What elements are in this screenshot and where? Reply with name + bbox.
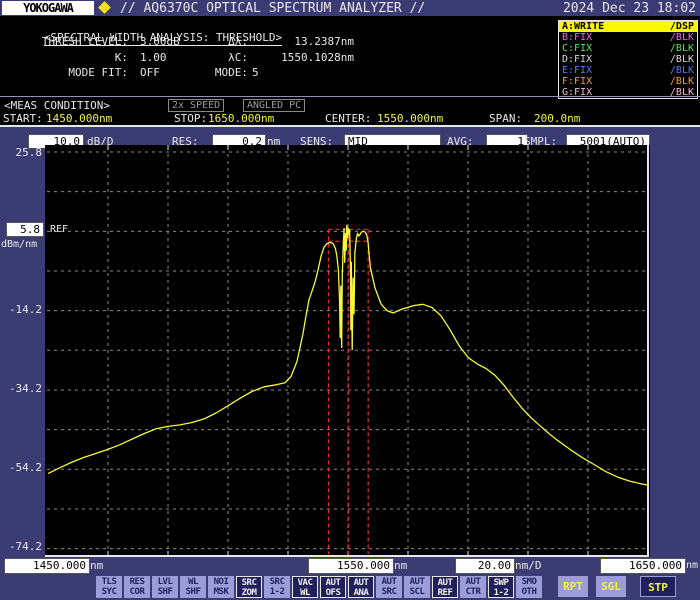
trace-row-e[interactable]: E:FIX/BLK	[559, 65, 697, 76]
k-value[interactable]: 1.00	[140, 51, 167, 64]
y-label-4: -54.2	[8, 461, 42, 474]
trace-d-name: D:FIX	[562, 54, 593, 65]
toolbar-button-aut-ofs[interactable]: AUT OFS	[320, 576, 346, 598]
trace-c-name: C:FIX	[562, 43, 593, 54]
x-stop-unit: nm	[686, 560, 699, 571]
ref-level-field[interactable]: 5.8	[6, 222, 44, 237]
y-label-2: -14.2	[8, 303, 42, 316]
connector-badge: ANGLED PC	[243, 99, 306, 112]
mode-fit-value[interactable]: OFF	[140, 66, 160, 79]
trace-f-mode: /BLK	[669, 76, 694, 87]
yokogawa-diamond-icon	[98, 1, 111, 14]
toolbar-button-src-zom[interactable]: SRC ZOM	[236, 576, 262, 598]
center-label: CENTER:	[325, 112, 372, 125]
lambda-c-value: 1550.1028nm	[281, 51, 354, 64]
stop-value[interactable]: 1650.000nm	[208, 112, 274, 125]
toolbar-button-aut-ref[interactable]: AUT REF	[432, 576, 458, 598]
trace-row-a[interactable]: A:WRITE/DSP	[559, 21, 697, 32]
toolbar-button-res-cor[interactable]: RES COR	[124, 576, 150, 598]
start-label: START:	[3, 112, 43, 125]
thresh-level-label: THRESH LEVEL:	[41, 35, 128, 48]
toolbar-button-vac-wl[interactable]: VAC WL	[292, 576, 318, 598]
trace-e-mode: /BLK	[669, 65, 694, 76]
start-value[interactable]: 1450.000nm	[46, 112, 112, 125]
y-label-3: -34.2	[8, 382, 42, 395]
toolbar-button-src-1-2[interactable]: SRC 1-2	[264, 576, 290, 598]
window-title: // AQ6370C OPTICAL SPECTRUM ANALYZER //	[120, 1, 426, 16]
y-axis-unit: dBm/nm	[1, 239, 38, 250]
mode-count-value: 5	[252, 66, 259, 79]
trace-f-name: F:FIX	[562, 76, 593, 87]
x-start-field[interactable]: 1450.000	[4, 558, 90, 574]
osa-screen: YOKOGAWA // AQ6370C OPTICAL SPECTRUM ANA…	[0, 0, 700, 600]
trace-table: A:WRITE/DSP B:FIX/BLK C:FIX/BLK D:FIX/BL…	[558, 20, 698, 99]
trace-a-name: A:WRITE	[562, 21, 605, 32]
toolbar-button-lvl-shf[interactable]: LVL SHF	[152, 576, 178, 598]
spectrum-plot: REF	[45, 145, 650, 557]
top-section: <SPECTRAL WIDTH ANALYSIS: THRESHOLD> THR…	[0, 16, 700, 127]
delta-lambda-value: 13.2387nm	[294, 35, 354, 48]
datetime: 2024 Dec 23 18:02	[562, 1, 696, 16]
x-center-field[interactable]: 1550.000	[308, 558, 394, 574]
ref-line-label: REF	[50, 224, 69, 235]
mode-count-label: MODE:	[214, 66, 248, 79]
x-perdiv-unit: nm/D	[515, 559, 542, 572]
toolbar-button-noi-msk[interactable]: NOI MSK	[208, 576, 234, 598]
single-sweep-button[interactable]: SGL	[596, 576, 626, 597]
trace-b-mode: /BLK	[669, 32, 694, 43]
toolbar-button-aut-scl[interactable]: AUT SCL	[404, 576, 430, 598]
x-stop-field[interactable]: 1650.000	[600, 558, 686, 574]
k-label: K:	[114, 51, 128, 64]
span-value[interactable]: 200.0nm	[534, 112, 580, 125]
toolbar-button-tls-syc[interactable]: TLS SYC	[96, 576, 122, 598]
x-start-unit: nm	[90, 559, 104, 572]
section-divider	[0, 96, 700, 97]
toolbar-button-aut-ctr[interactable]: AUT CTR	[460, 576, 486, 598]
lambda-c-label: λC:	[228, 51, 248, 64]
y-label-top: 25.8	[15, 146, 43, 159]
stop-label: STOP:	[174, 112, 208, 125]
speed-badge: 2x SPEED	[168, 99, 225, 112]
trace-row-c[interactable]: C:FIX/BLK	[559, 43, 697, 54]
x-perdiv-field[interactable]: 20.00	[455, 558, 515, 574]
delta-lambda-label: Δλ:	[228, 35, 248, 48]
toolbar-button-aut-ana[interactable]: AUT ANA	[348, 576, 374, 598]
stop-sweep-button[interactable]: STP	[640, 576, 676, 597]
toolbar-button-smo-oth[interactable]: SMO OTH	[516, 576, 542, 598]
mode-fit-label: MODE FIT:	[68, 66, 128, 79]
span-label: SPAN:	[489, 112, 523, 125]
trace-e-name: E:FIX	[562, 65, 593, 76]
repeat-sweep-button[interactable]: RPT	[558, 576, 588, 597]
trace-row-d[interactable]: D:FIX/BLK	[559, 54, 697, 65]
center-value[interactable]: 1550.000nm	[377, 112, 443, 125]
trace-row-f[interactable]: F:FIX/BLK	[559, 76, 697, 87]
meas-condition-heading: <MEAS CONDITION>	[4, 99, 110, 112]
x-center-unit: nm	[394, 559, 408, 572]
toolbar-button-swp-1-2[interactable]: SWP 1-2	[488, 576, 514, 598]
trace-c-mode: /BLK	[669, 43, 694, 54]
y-label-5: -74.2	[8, 540, 42, 553]
trace-row-b[interactable]: B:FIX/BLK	[559, 32, 697, 43]
trace-d-mode: /BLK	[669, 54, 694, 65]
trace-a-mode: /DSP	[669, 21, 694, 32]
yokogawa-logo: YOKOGAWA	[2, 1, 94, 15]
spectrum-svg	[45, 145, 649, 557]
toolbar-button-wl-shf[interactable]: WL SHF	[180, 576, 206, 598]
trace-b-name: B:FIX	[562, 32, 593, 43]
toolbar-button-aut-src[interactable]: AUT SRC	[376, 576, 402, 598]
